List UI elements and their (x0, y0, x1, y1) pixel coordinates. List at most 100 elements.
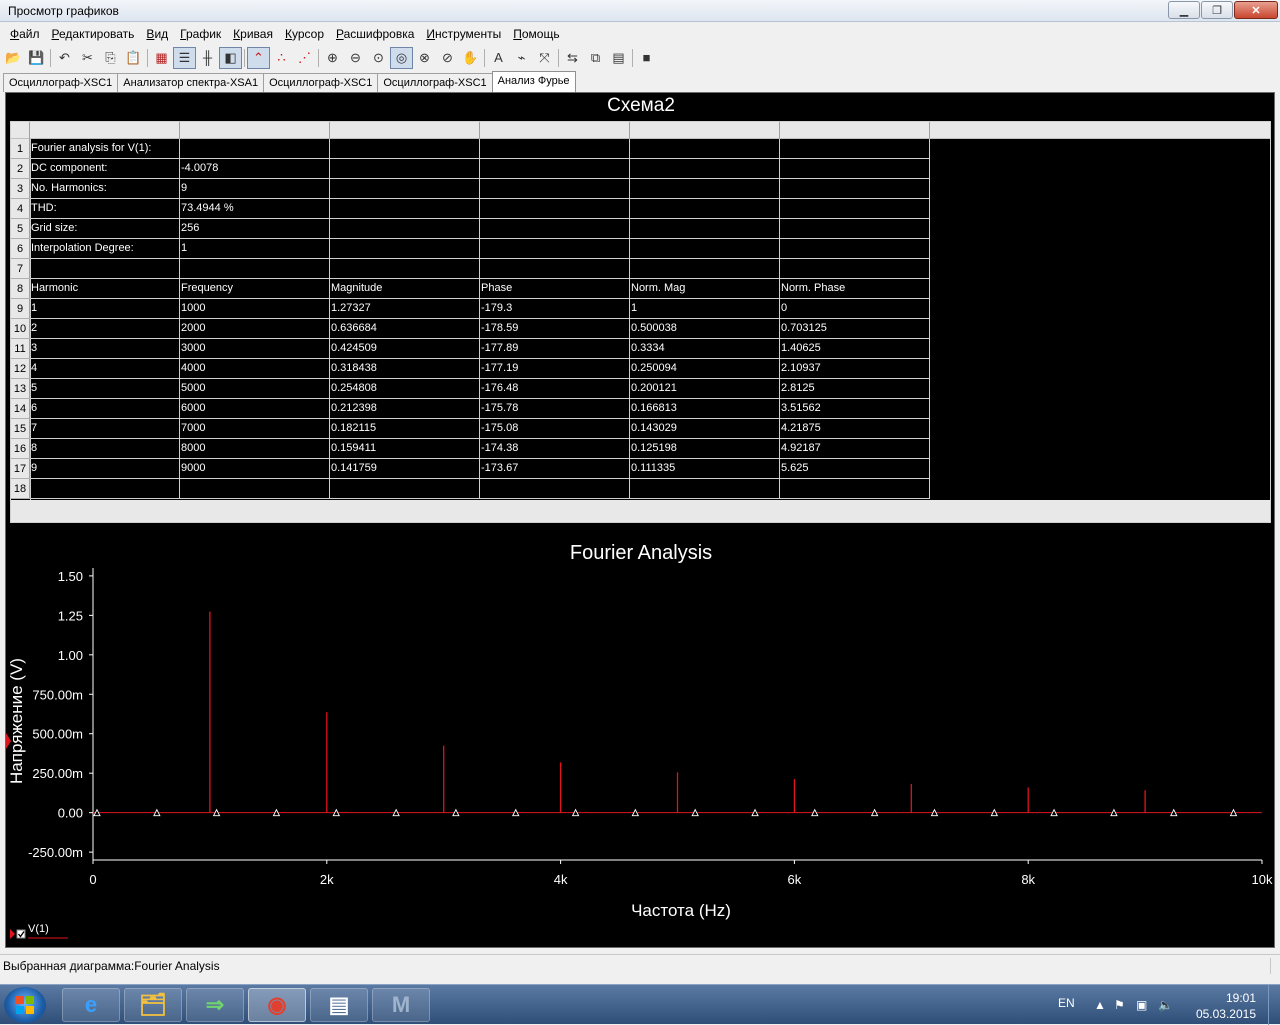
overlay-button[interactable]: ⧉ (584, 47, 607, 69)
save-button[interactable]: 💾 (25, 47, 48, 69)
taskbar-app-ie[interactable]: e (62, 988, 120, 1022)
undo-button[interactable]: ↶ (53, 47, 76, 69)
graph-view: Схема2 1 Fourier analysis for V(1): 2 DC co… (5, 92, 1275, 948)
status-text: Выбранная диаграмма:Fourier Analysis (3, 959, 220, 973)
clock-time[interactable]: 19:01 (1226, 991, 1256, 1005)
stop-button[interactable]: ■ (635, 47, 658, 69)
taskbar-app-mathcad[interactable]: M (372, 988, 430, 1022)
tab-3[interactable]: Осциллограф-XSC1 (377, 73, 493, 92)
stop-icon: ■ (642, 50, 651, 65)
toolbar-separator (318, 48, 319, 67)
taskbar-app-multisim[interactable]: ▤ (310, 988, 368, 1022)
lines-icon: ⌃ (253, 50, 264, 65)
minimize-button[interactable]: ▁ (1168, 1, 1200, 19)
x-axis-label: Частота (Hz) (631, 901, 731, 920)
volume-icon[interactable]: 🔈 (1158, 998, 1173, 1012)
language-indicator[interactable]: EN (1058, 996, 1075, 1010)
paste-icon: 📋 (125, 50, 142, 65)
x-tick-label: 2k (320, 872, 334, 887)
zoom-x-button[interactable]: ⊗ (413, 47, 436, 69)
tab-1[interactable]: Анализатор спектра-XSA1 (117, 73, 265, 92)
pan-button[interactable]: ✋ (459, 47, 482, 69)
lines-dots-icon: ⋰ (298, 50, 311, 65)
zoom-y-button[interactable]: ⊘ (436, 47, 459, 69)
toolbar-separator (558, 48, 559, 67)
tab-strip: Осциллограф-XSC1 Анализатор спектра-XSA1 О… (3, 71, 576, 92)
menu-item-2[interactable]: Вид (140, 27, 174, 41)
zoom-full-button[interactable]: ◎ (390, 46, 413, 69)
resize-grip[interactable] (1270, 958, 1278, 974)
taskbar-app-network-app[interactable]: ⇒ (186, 988, 244, 1022)
open-icon: 📂 (5, 50, 22, 65)
title-bar: Просмотр графиков ▁ ❐ ✕ (0, 0, 1280, 22)
cut-button[interactable]: ✂ (76, 47, 99, 69)
paste-button[interactable]: 📋 (122, 47, 145, 69)
y-axis-label: Напряжение (V) (7, 658, 26, 784)
taskbar-app-explorer[interactable]: 🗂 (124, 988, 182, 1022)
menu-item-8[interactable]: Помощь (507, 27, 565, 41)
menu-item-5[interactable]: Курсор (279, 27, 330, 41)
zoom-full-icon: ◎ (395, 50, 408, 65)
menu-item-0[interactable]: Файл (4, 27, 46, 41)
tab-2[interactable]: Осциллограф-XSC1 (263, 73, 379, 92)
toolbar-separator (484, 48, 485, 67)
grid-button[interactable]: ▦ (150, 47, 173, 69)
ie-icon: e (84, 992, 98, 1017)
open-button[interactable]: 📂 (2, 47, 25, 69)
cursor-icon: ⌁ (517, 50, 526, 65)
lines-dots-button[interactable]: ⋰ (293, 47, 316, 69)
tray-expand-icon[interactable]: ▲ (1094, 998, 1106, 1012)
x-tick-label: 8k (1021, 872, 1035, 887)
copy-button[interactable]: ⎘ (99, 47, 122, 69)
background-button[interactable]: ◧ (219, 46, 242, 69)
multisim-icon: ▤ (328, 992, 350, 1017)
y-tick-label: 250.00m (32, 766, 83, 781)
save-icon: 💾 (28, 50, 45, 65)
menu-item-1[interactable]: Редактировать (46, 27, 141, 41)
clock-date[interactable]: 05.03.2015 (1196, 1007, 1256, 1021)
maximize-button[interactable]: ❐ (1201, 1, 1233, 19)
undo-icon: ↶ (59, 50, 70, 65)
menu-item-3[interactable]: График (174, 27, 227, 41)
lines-button[interactable]: ⌃ (247, 46, 270, 69)
cut-icon: ✂ (82, 50, 93, 65)
zoom-area-button[interactable]: ⊙ (367, 47, 390, 69)
y-tick-label: 500.00m (32, 727, 83, 742)
taskbar-app-chrome[interactable]: ◉ (248, 988, 306, 1022)
cursor-button[interactable]: ⌁ (510, 47, 533, 69)
y-tick-label: 0.00 (58, 806, 83, 821)
y-tick-label: 1.00 (58, 648, 83, 663)
network-icon[interactable]: ▣ (1136, 998, 1147, 1012)
chart-title: Fourier Analysis (570, 542, 712, 564)
ticks-button[interactable]: ╫ (196, 47, 219, 69)
zoom-in-button[interactable]: ⊕ (321, 47, 344, 69)
status-bar: Выбранная диаграмма:Fourier Analysis (0, 954, 1280, 976)
export-icon: ⇆ (567, 50, 578, 65)
text-button[interactable]: A (487, 47, 510, 69)
grid-icon: ▦ (155, 50, 168, 65)
window-controls: ▁ ❐ ✕ (1167, 1, 1278, 19)
tab-0[interactable]: Осциллограф-XSC1 (3, 73, 119, 92)
toolbar-separator (632, 48, 633, 67)
dots-button[interactable]: ∴ (270, 47, 293, 69)
export-button[interactable]: ⇆ (561, 47, 584, 69)
ticks-icon: ╫ (202, 50, 213, 65)
close-button[interactable]: ✕ (1234, 1, 1278, 19)
zoom-out-button[interactable]: ⊖ (344, 47, 367, 69)
properties-button[interactable]: ▤ (607, 47, 630, 69)
text-icon: A (494, 50, 503, 65)
start-button[interactable] (4, 987, 46, 1023)
zoom-x-icon: ⊗ (419, 50, 430, 65)
fourier-chart[interactable]: Fourier Analysis -250.00m 0.00 250.00m 500.0… (6, 93, 1276, 949)
reverse-colors-button[interactable]: ⤧ (533, 47, 556, 69)
tab-4[interactable]: Анализ Фурье (491, 71, 576, 92)
toolbar: 📂 💾 ↶ ✂ ⎘ 📋 ▦ ☰ ╫ ◧ ⌃ ∴ ⋰ ⊕ ⊖ ⊙ ◎ ⊗ ⊘ ✋ A ⌁ ⤧ ⇆ ⧉ ▤ ■ (0, 45, 1280, 70)
menu-item-7[interactable]: Инструменты (420, 27, 507, 41)
show-desktop-button[interactable] (1268, 985, 1280, 1025)
legend-button[interactable]: ☰ (173, 46, 196, 69)
action-center-icon[interactable]: ⚑ (1114, 998, 1125, 1012)
menu-bar: Файл Редактировать Вид График Кривая Курсор Ра… (0, 23, 1280, 44)
menu-item-4[interactable]: Кривая (227, 27, 279, 41)
menu-item-6[interactable]: Расшифровка (330, 27, 420, 41)
background-icon: ◧ (224, 50, 237, 65)
